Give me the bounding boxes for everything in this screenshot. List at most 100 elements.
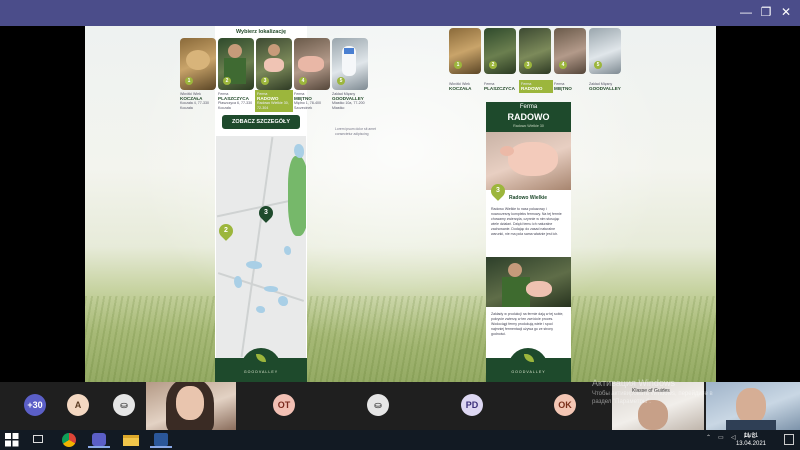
location-address: Miastko 10a, 77-200 Miastko <box>332 101 365 110</box>
held-piglet <box>526 281 552 297</box>
start-button[interactable] <box>4 432 20 448</box>
footer-brand: GOODVALLEY <box>511 370 546 374</box>
activation-text: Чтобы активировать Windows, перейдите в … <box>592 391 713 405</box>
pig <box>298 56 324 72</box>
network-icon[interactable]: ▭ <box>718 434 724 441</box>
piglet-body <box>508 142 558 176</box>
thumb-right-mietno[interactable]: 4 <box>554 28 586 74</box>
caption-right-mietno: Ferma MIĘTNO <box>554 82 588 91</box>
participant-avatar[interactable]: ⛀ <box>367 394 389 416</box>
person-shirt <box>726 420 776 430</box>
map-lake <box>294 144 304 158</box>
explorer-taskbar-button[interactable] <box>120 432 142 448</box>
location-footer: GOODVALLEY <box>215 348 307 382</box>
map-pin-label: 2 <box>224 227 228 234</box>
thumb-right-plaszczyca[interactable]: 2 <box>484 28 516 74</box>
farm-subtitle: Radowo Wielkie 30 <box>513 124 544 128</box>
thumb-right-goodvalley[interactable]: 5 <box>589 28 621 74</box>
close-button[interactable]: ✕ <box>778 4 794 20</box>
task-view-button[interactable] <box>30 432 46 448</box>
mask <box>344 48 354 54</box>
participants-bar: +30 A ⛀ OT ⛀ PD OK Klasse of Guides Акти… <box>0 378 800 430</box>
farm-place: Radowo Wielkie <box>509 195 548 201</box>
location-address: Miętno 1, 78-400 Szczecinek <box>294 101 321 110</box>
map-lake <box>278 296 288 306</box>
farmer-photo <box>486 257 571 307</box>
grain-bowl <box>186 50 210 70</box>
farm-description: Radowo Wielkie to nasz pokazowy i nowocz… <box>491 207 562 236</box>
farmer-head <box>268 44 280 56</box>
more-participants-badge[interactable]: +30 <box>24 394 46 416</box>
participant-avatar[interactable]: OT <box>273 394 295 416</box>
farmer-head <box>508 263 522 277</box>
word-taskbar-button[interactable] <box>150 432 172 448</box>
map-pin-label: 3 <box>264 209 268 216</box>
location-number: 4 <box>559 61 567 69</box>
caption-right-radowo-selected[interactable]: Ferma RADOWO <box>519 80 553 94</box>
footer-brand: GOODVALLEY <box>243 370 279 374</box>
windows-logo-icon <box>5 433 19 447</box>
activation-title: Активация Windows <box>592 378 675 388</box>
clock-time: 11:31 <box>743 433 759 439</box>
caption-right-plaszczyca: Ferma PLASZCZYCA <box>484 82 518 91</box>
location-number: 1 <box>185 77 193 85</box>
participant-avatar[interactable]: OK <box>554 394 576 416</box>
map-lake <box>246 261 262 269</box>
location-number: 3 <box>261 77 269 85</box>
piglet-ear <box>500 146 514 156</box>
user-icon: ⛀ <box>120 400 128 410</box>
thumb-goodvalley[interactable]: 5 <box>332 38 368 90</box>
chrome-taskbar-button[interactable] <box>58 432 80 448</box>
tray-chevron-icon[interactable]: ⌃ <box>706 434 711 441</box>
thumb-mietno[interactable]: 4 <box>294 38 330 90</box>
notifications-icon[interactable] <box>784 434 794 445</box>
user-icon: ⛀ <box>374 400 382 410</box>
thumb-right-koczala[interactable]: 1 <box>449 28 481 74</box>
caption-right-koczala: Wkrótki Wiek KOCZAŁA <box>449 82 483 91</box>
participant-avatar[interactable]: ⛀ <box>113 394 135 416</box>
participant-avatar[interactable]: A <box>67 394 89 416</box>
map-road <box>217 272 305 302</box>
participant-avatar[interactable]: PD <box>461 394 483 416</box>
thumb-right-radowo[interactable]: 3 <box>519 28 551 74</box>
window-title-bar: — ❐ ✕ <box>0 0 800 26</box>
taskbar-clock[interactable]: 11:31 13.04.2021 <box>736 432 766 448</box>
thumb-plaszczyca[interactable]: 2 <box>218 38 254 90</box>
map-lake <box>256 306 265 313</box>
location-number: 2 <box>223 77 231 85</box>
see-details-button[interactable]: ZOBACZ SZCZEGÓŁY <box>222 115 300 129</box>
farm-pin: 3 <box>488 181 508 201</box>
farm-label: Ferma <box>519 104 538 110</box>
participant-video[interactable] <box>146 382 236 430</box>
location-map[interactable]: 2 3 <box>216 136 306 358</box>
restore-button[interactable]: ❐ <box>758 4 774 20</box>
shared-screen: Wybierz lokalizację 1 2 3 4 5 Wkrótki Wi… <box>85 26 716 382</box>
minimize-button[interactable]: — <box>738 4 754 20</box>
farm-description-2: Zakłady w produkcji na fermie dają w tej… <box>491 312 564 336</box>
volume-icon[interactable]: ◁ <box>731 434 736 441</box>
caption-plaszczyca: Ferma PLASZCZYCA Płaszczyca 6, 77-330 Ko… <box>218 92 256 110</box>
person-face <box>736 388 766 424</box>
location-number: 2 <box>489 61 497 69</box>
thumb-koczala[interactable]: 1 <box>180 38 216 90</box>
caption-radowo-selected[interactable]: Ferma RADOWO Radowo Wielkie 30, 72-304 <box>255 90 293 113</box>
windows-taskbar: ⌃ ▭ ◁ РУС 11:31 13.04.2021 <box>0 430 800 450</box>
thumb-radowo[interactable]: 3 <box>256 38 292 90</box>
word-icon <box>154 433 168 446</box>
map-pin-3[interactable]: 3 <box>256 203 276 223</box>
map-road <box>240 136 273 358</box>
location-number: 4 <box>299 77 307 85</box>
caption-goodvalley: Zakład Mięsny GOODVALLEY Miastko 10a, 77… <box>332 92 370 110</box>
teams-taskbar-button[interactable] <box>88 432 110 448</box>
map-pin-2[interactable]: 2 <box>216 221 236 241</box>
farm-name: RADOWO <box>507 112 550 122</box>
map-forest <box>288 156 306 236</box>
piglet <box>264 58 284 72</box>
farm-pin-label: 3 <box>496 187 500 194</box>
side-note: Lorem ipsum dolor sit amet consectetur a… <box>335 127 376 136</box>
farmer-head <box>228 44 242 58</box>
caption-right-goodvalley: Zakład Mięsny GOODVALLEY <box>589 82 623 91</box>
location-name: KOCZAŁA <box>449 85 472 91</box>
caption-koczala: Wkrótki Wiek KOCZAŁA Koczała 4, 77-330 K… <box>180 92 218 110</box>
location-address: Radowo Wielkie 30, 72-304 <box>257 101 289 110</box>
